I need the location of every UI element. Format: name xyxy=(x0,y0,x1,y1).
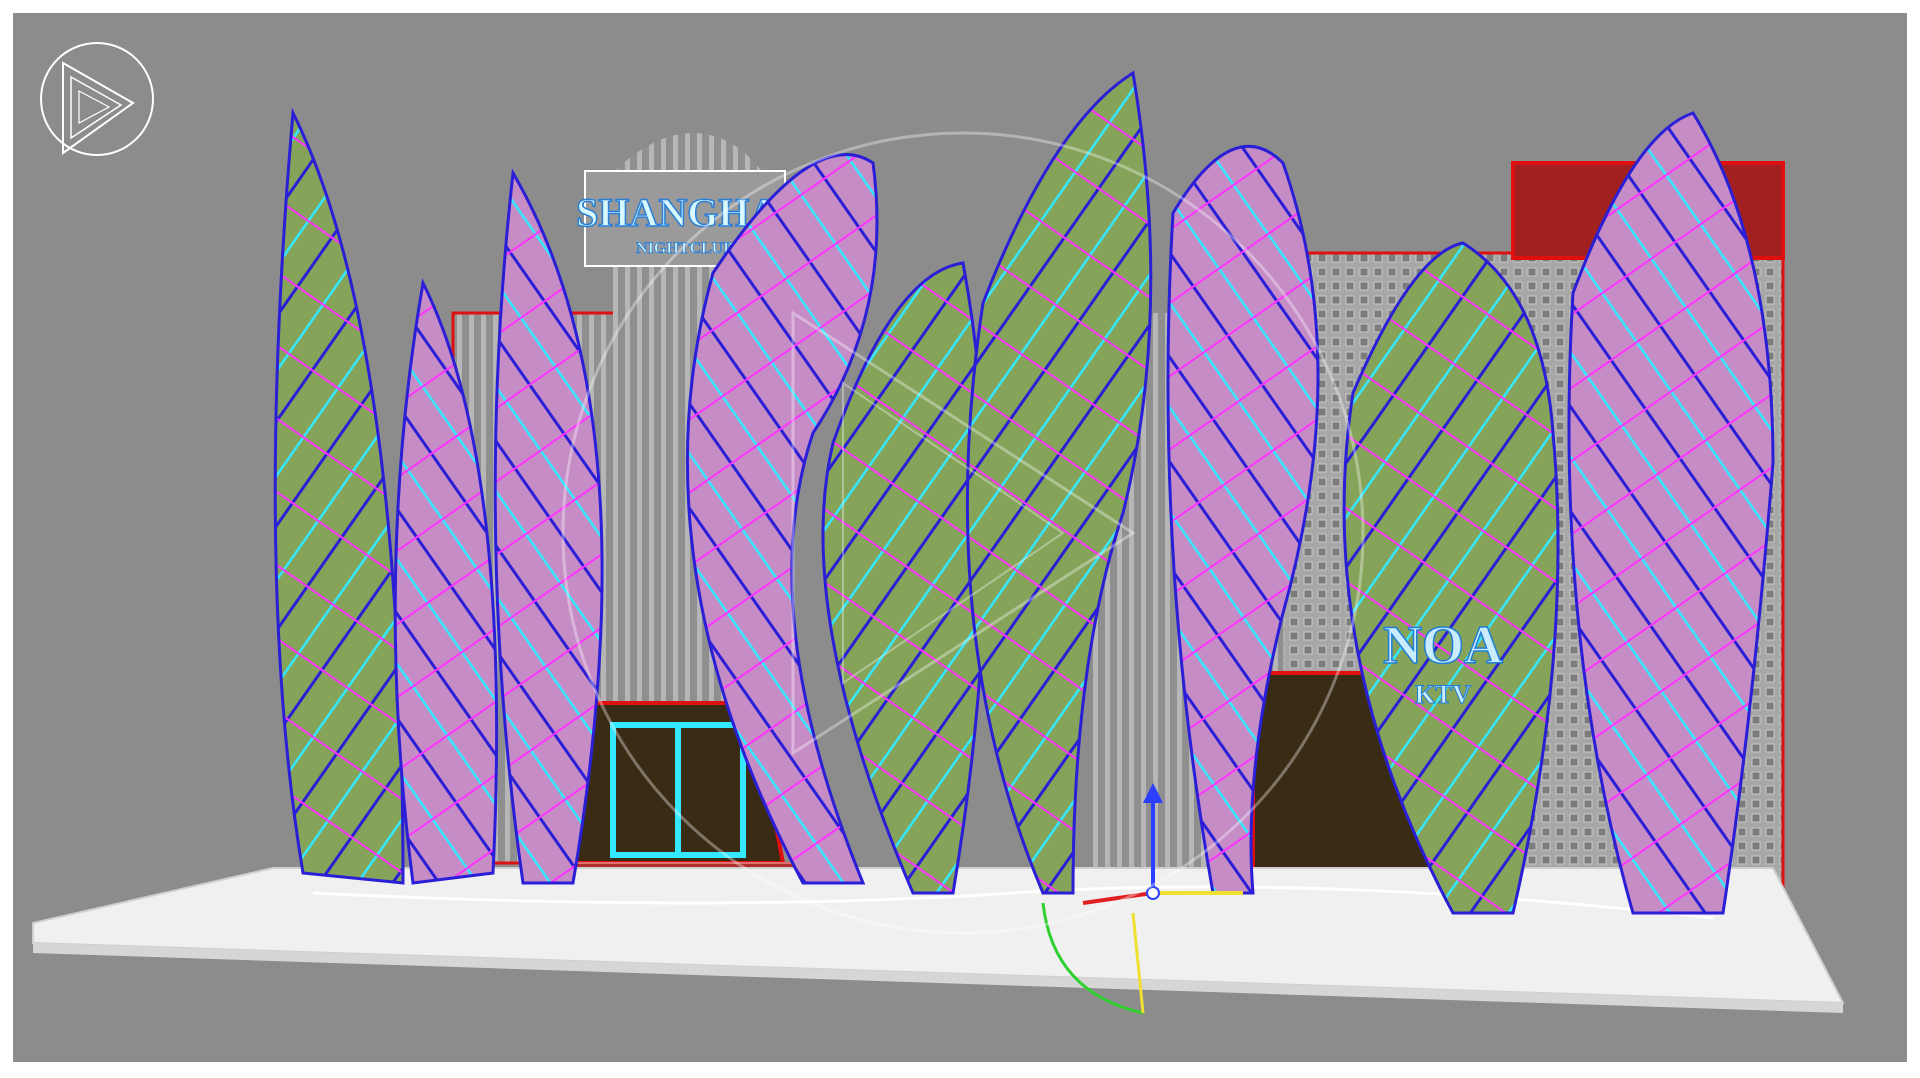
screenshot-frame: SHANGHAI NIGHTCLUB NOA KTV xyxy=(0,0,1920,1078)
noa-title: NOA xyxy=(1383,615,1503,675)
petal-1 xyxy=(273,107,405,885)
noa-subtitle: KTV xyxy=(1415,680,1472,709)
play-logo-icon xyxy=(40,42,154,156)
shanghai-subtitle: NIGHTCLUB xyxy=(636,240,734,257)
scene-render: SHANGHAI NIGHTCLUB NOA KTV xyxy=(32,42,1845,1015)
petal-3 xyxy=(493,168,604,885)
3d-viewport[interactable]: SHANGHAI NIGHTCLUB NOA KTV xyxy=(13,13,1907,1062)
